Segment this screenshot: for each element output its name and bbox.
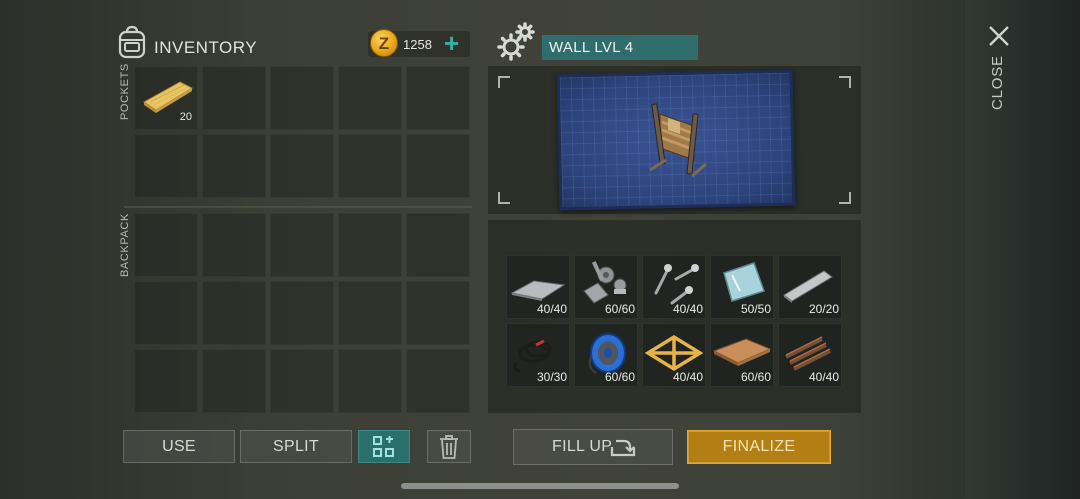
material-count: 40/40: [536, 302, 567, 316]
pocket-slot[interactable]: [270, 66, 334, 130]
material-slot[interactable]: 40/40: [642, 255, 706, 319]
build-title: WALL LVL 4: [542, 35, 698, 60]
backpack-slot[interactable]: [406, 281, 470, 345]
material-count: 50/50: [740, 302, 771, 316]
backpack-slot[interactable]: [202, 281, 266, 345]
use-button[interactable]: USE: [123, 430, 235, 463]
material-count: 60/60: [740, 370, 771, 384]
add-coins-button[interactable]: +: [444, 30, 459, 56]
backpack-slot[interactable]: [270, 349, 334, 413]
material-slot[interactable]: 40/40: [506, 255, 570, 319]
pocket-slot[interactable]: [406, 66, 470, 130]
materials-panel: 40/40 60/60 40/40 50/50 20/20 30/30 60/6…: [488, 220, 861, 413]
pocket-slot[interactable]: [202, 134, 266, 198]
sort-grid-icon: [373, 436, 394, 457]
frame-corner: [839, 76, 851, 88]
pocket-slot[interactable]: [338, 134, 402, 198]
material-count: 30/30: [536, 370, 567, 384]
backpack-slot[interactable]: [134, 281, 198, 345]
inventory-title: INVENTORY: [154, 38, 258, 57]
frame-corner: [839, 192, 851, 204]
split-button[interactable]: SPLIT: [240, 430, 352, 463]
material-count: 40/40: [672, 302, 703, 316]
finalize-button[interactable]: FINALIZE: [687, 430, 831, 464]
trash-icon: [440, 435, 458, 459]
material-slot[interactable]: 60/60: [710, 323, 774, 387]
item-count: 20: [179, 111, 192, 123]
inventory-grid: 20: [134, 66, 472, 413]
material-slot[interactable]: 60/60: [574, 323, 638, 387]
material-count: 60/60: [604, 370, 635, 384]
backpack-slot[interactable]: [338, 281, 402, 345]
home-indicator[interactable]: [401, 483, 679, 489]
coin-amount: 1258: [403, 37, 432, 52]
material-count: 40/40: [808, 370, 839, 384]
coin-icon: Z: [370, 29, 398, 57]
gears-icon: [497, 22, 535, 61]
close-icon[interactable]: [987, 24, 1011, 48]
backpack-slot[interactable]: [134, 349, 198, 413]
backpack-icon: [118, 25, 146, 59]
pockets-label: POCKETS: [119, 63, 131, 120]
pocket-slot[interactable]: [406, 134, 470, 198]
material-slot[interactable]: 50/50: [710, 255, 774, 319]
sort-button[interactable]: [358, 430, 410, 463]
backpack-slot[interactable]: [134, 213, 198, 277]
backpack-slot[interactable]: [338, 213, 402, 277]
fill-up-icon: [610, 439, 636, 457]
delete-button[interactable]: [427, 430, 471, 463]
material-slot[interactable]: 20/20: [778, 255, 842, 319]
backpack-slot[interactable]: [270, 213, 334, 277]
close-side-panel: [965, 0, 1080, 499]
material-count: 40/40: [672, 370, 703, 384]
material-slot[interactable]: 30/30: [506, 323, 570, 387]
backpack-slot[interactable]: [202, 213, 266, 277]
material-count: 60/60: [604, 302, 635, 316]
frame-corner: [498, 76, 510, 88]
backpack-slot[interactable]: [406, 213, 470, 277]
wall-preview-icon: [649, 103, 707, 178]
wooden-plank-icon: [143, 81, 194, 113]
backpack-slot[interactable]: [202, 349, 266, 413]
material-slot[interactable]: 60/60: [574, 255, 638, 319]
pocket-slot[interactable]: [134, 134, 198, 198]
material-slot[interactable]: 40/40: [642, 323, 706, 387]
backpack-slot[interactable]: [406, 349, 470, 413]
backpack-label: BACKPACK: [119, 213, 131, 277]
close-button[interactable]: CLOSE: [989, 55, 1006, 110]
fill-up-button[interactable]: FILL UP: [513, 429, 673, 465]
material-count: 20/20: [808, 302, 839, 316]
frame-corner: [498, 192, 510, 204]
backpack-slot[interactable]: [270, 281, 334, 345]
material-slot[interactable]: 40/40: [778, 323, 842, 387]
pocket-slot[interactable]: 20: [134, 66, 198, 130]
fill-up-label: FILL UP: [552, 438, 613, 455]
pocket-slot[interactable]: [202, 66, 266, 130]
pocket-slot[interactable]: [338, 66, 402, 130]
pocket-slot[interactable]: [270, 134, 334, 198]
backpack-slot[interactable]: [338, 349, 402, 413]
